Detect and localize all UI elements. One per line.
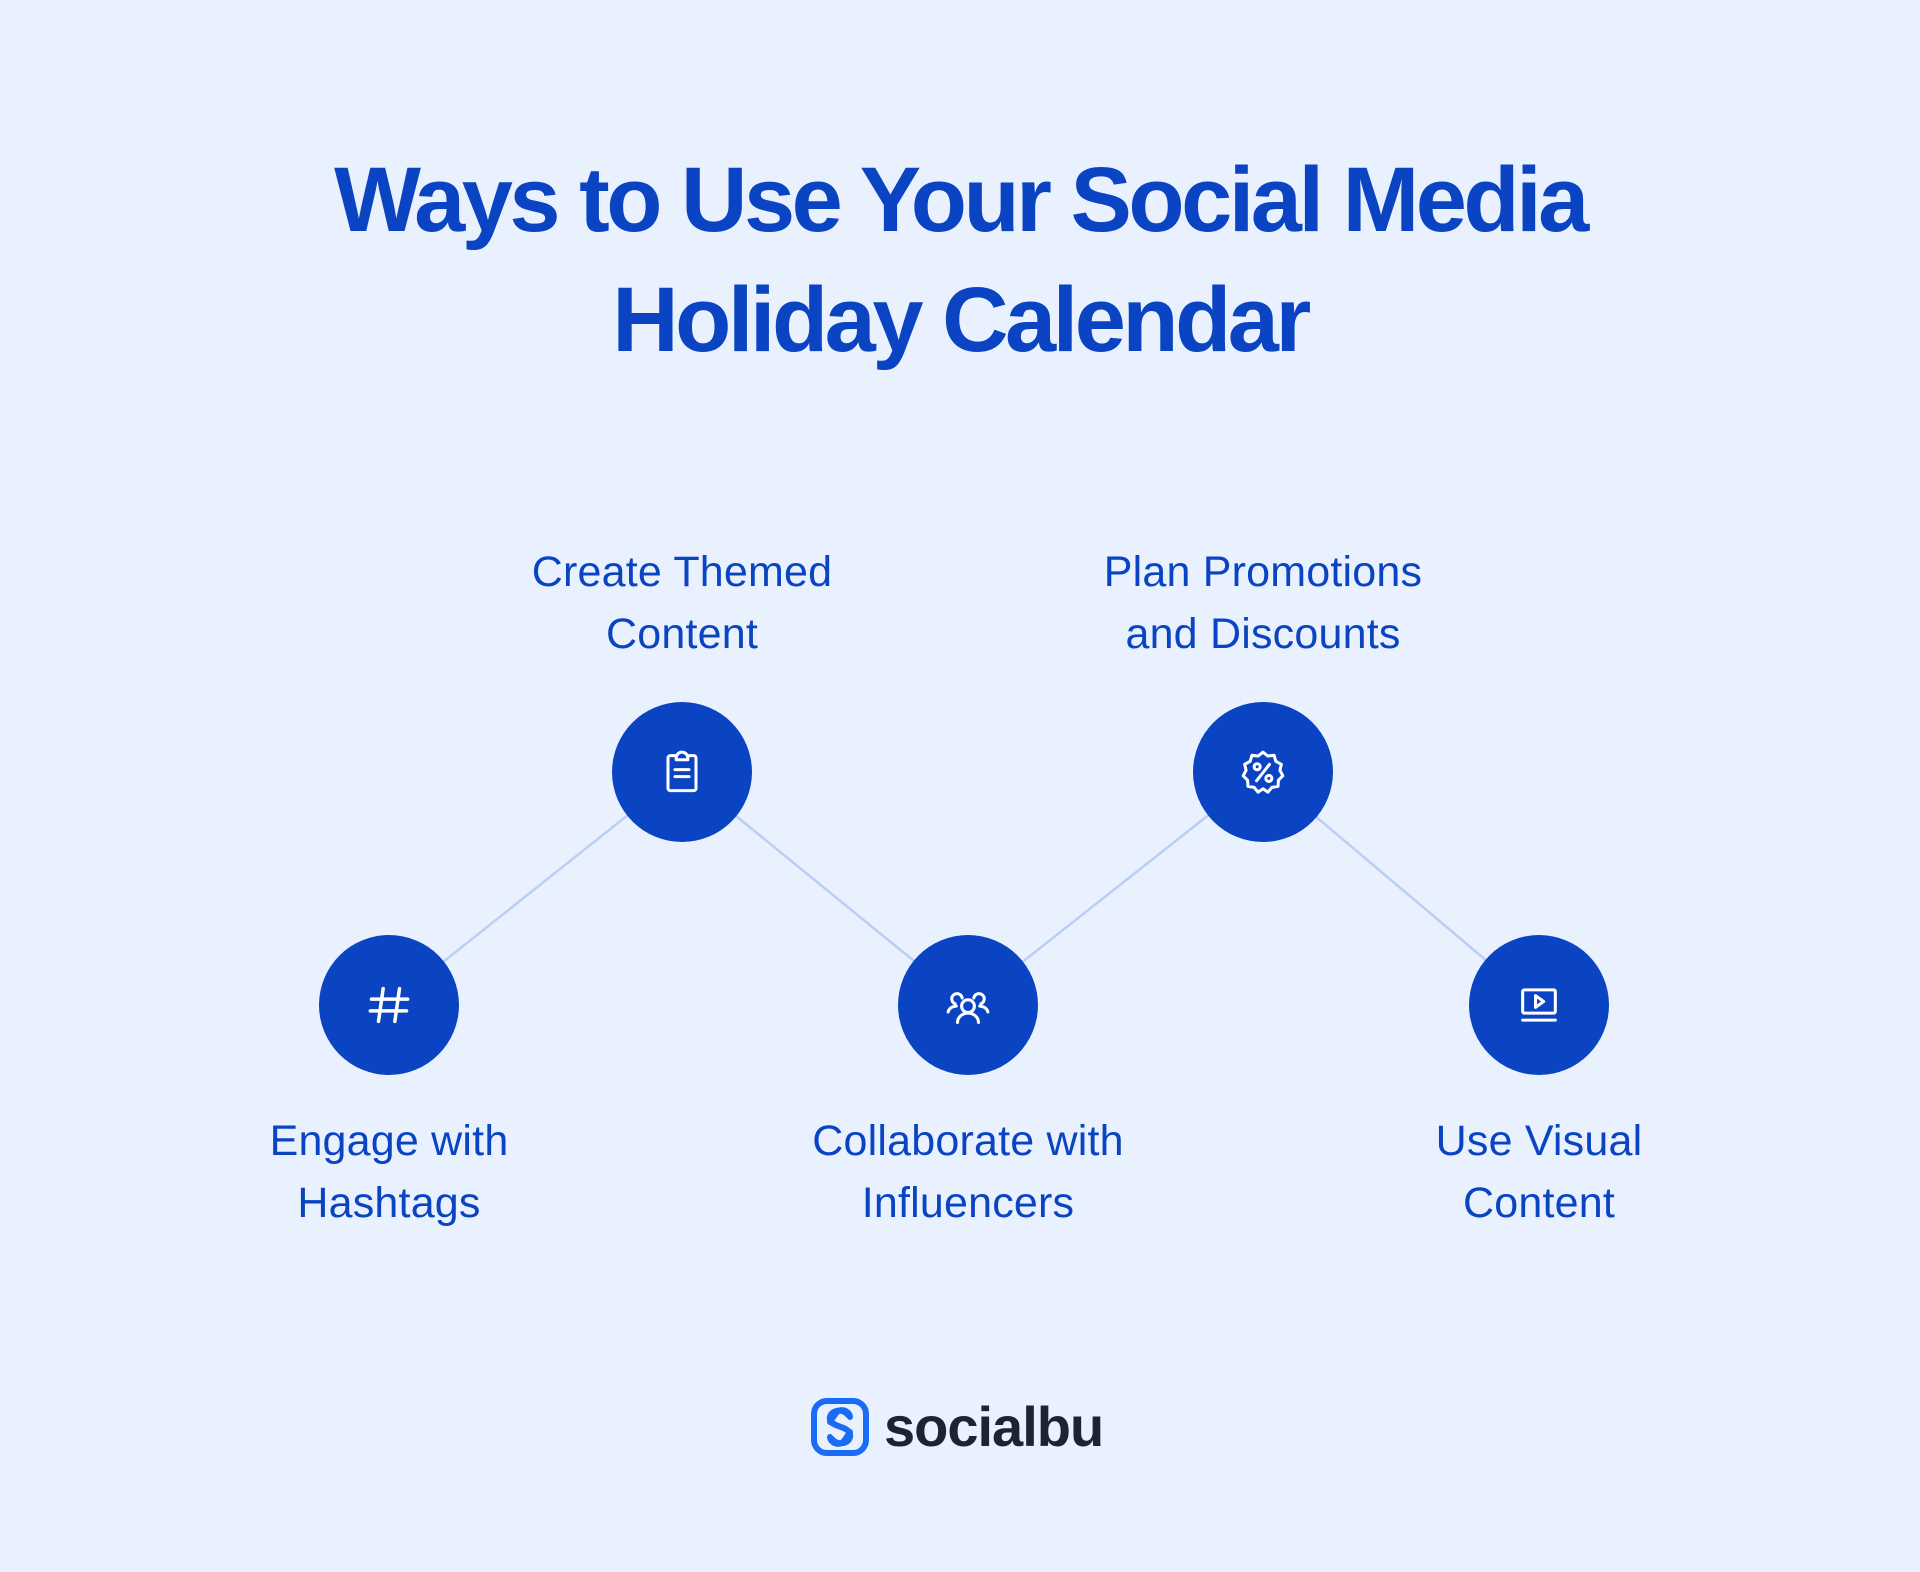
step-node-visual-content[interactable] — [1469, 935, 1609, 1075]
users-group-icon — [946, 992, 990, 1025]
connector-lines — [388, 771, 1540, 1006]
socialbu-logo-icon — [811, 1398, 869, 1456]
step-label-line-1: Plan Promotions — [1103, 548, 1423, 596]
clipboard-icon — [666, 750, 698, 793]
step-label-line-2: Content — [1462, 1179, 1615, 1227]
brand-footer[interactable]: socialbu — [810, 1395, 1104, 1458]
step-label-visual-content: Use Visual Content — [1329, 1110, 1749, 1234]
discount-badge-icon — [1241, 750, 1285, 794]
step-label-line-2: and Discounts — [1125, 610, 1401, 658]
step-label-line-1: Create Themed — [531, 548, 833, 596]
step-label-hashtags: Engage with Hashtags — [179, 1110, 599, 1234]
step-label-line-1: Collaborate with — [812, 1117, 1124, 1165]
step-label-line-2: Influencers — [861, 1179, 1075, 1227]
step-label-influencers: Collaborate with Influencers — [758, 1110, 1178, 1234]
step-node-promotions[interactable] — [1193, 702, 1333, 842]
step-label-promotions: Plan Promotions and Discounts — [1053, 541, 1473, 665]
step-label-line-2: Hashtags — [297, 1179, 481, 1227]
step-label-line-1: Engage with — [269, 1117, 509, 1165]
step-node-influencers[interactable] — [898, 935, 1038, 1075]
step-node-themed-content[interactable] — [612, 702, 752, 842]
step-node-hashtags[interactable] — [319, 935, 459, 1075]
hashtag-icon — [368, 986, 410, 1024]
brand-name: socialbu — [884, 1395, 1104, 1458]
video-screen-icon — [1521, 988, 1557, 1022]
step-label-line-2: Content — [605, 610, 758, 658]
step-label-themed-content: Create Themed Content — [472, 541, 892, 665]
step-label-line-1: Use Visual — [1435, 1117, 1643, 1165]
